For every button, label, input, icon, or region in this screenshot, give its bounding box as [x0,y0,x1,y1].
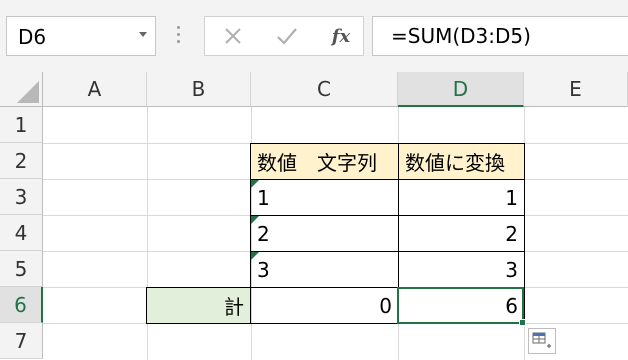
column-header-b[interactable]: B [147,72,251,107]
cell-c3-value: 1 [257,185,270,210]
column-header-a[interactable]: A [43,72,147,107]
cancel-icon[interactable] [213,17,253,55]
row-header-7[interactable]: 7 [0,323,43,359]
name-box[interactable]: D6 [6,16,156,56]
formula-buttons: fx [204,16,364,56]
cell-b6[interactable]: 計 [146,287,251,324]
active-cell-border [397,287,524,324]
cell-d3[interactable]: 1 [398,179,525,216]
formula-text: =SUM(D3:D5) [391,24,531,48]
quick-analysis-icon [532,332,551,348]
insert-function-button[interactable]: fx [321,17,361,55]
cell-c2[interactable]: 数値 文字列 [250,143,399,180]
row-header-4[interactable]: 4 [0,215,43,251]
row-header-1[interactable]: 1 [0,107,43,143]
column-header-d[interactable]: D [398,72,524,107]
cell-c6[interactable]: 0 [250,287,399,324]
fill-handle[interactable] [519,319,526,326]
column-header-c[interactable]: C [251,72,398,107]
cell-c3[interactable]: 1 [250,179,399,216]
row-header-6[interactable]: 6 [0,287,43,323]
row-header-2[interactable]: 2 [0,143,43,179]
column-header-e[interactable]: E [524,72,628,107]
cell-c4-value: 2 [257,221,270,246]
select-all-button[interactable] [0,72,43,107]
cell-c4[interactable]: 2 [250,215,399,252]
quick-analysis-button[interactable] [528,328,556,354]
select-all-icon [17,81,39,103]
cell-d2[interactable]: 数値に変換 [398,143,525,180]
chevron-down-icon[interactable] [139,32,147,37]
grip-icon [177,26,181,46]
row-header-3[interactable]: 3 [0,179,43,215]
name-box-value: D6 [18,25,47,49]
checkmark-icon[interactable] [267,17,307,55]
error-indicator-icon [251,252,259,260]
cell-d5[interactable]: 3 [398,251,525,288]
cell-c5-value: 3 [257,257,270,282]
row-header-5[interactable]: 5 [0,251,43,287]
cell-d4[interactable]: 2 [398,215,525,252]
error-indicator-icon [251,216,259,224]
cell-c5[interactable]: 3 [250,251,399,288]
formula-input[interactable]: =SUM(D3:D5) [372,16,628,56]
error-indicator-icon [251,180,259,188]
